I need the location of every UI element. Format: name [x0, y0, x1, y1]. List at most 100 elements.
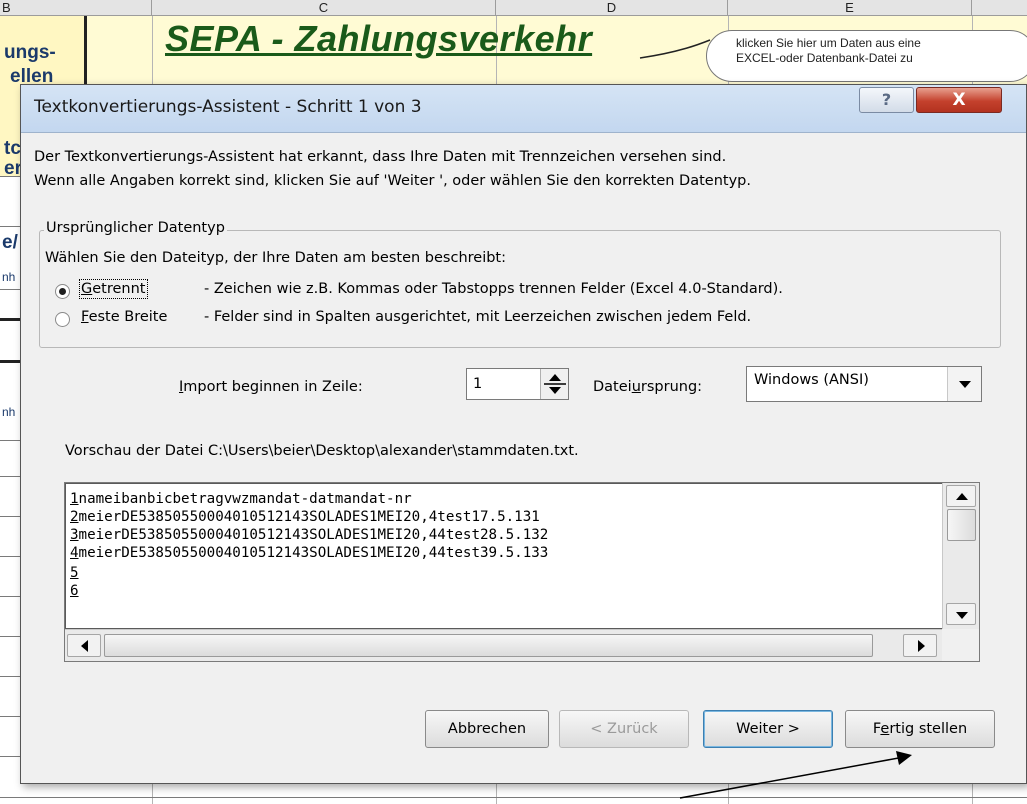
accelerator-letter: F: [81, 309, 89, 325]
line-number: 6: [70, 583, 79, 599]
start-row-label: Import beginnen in Zeile:: [179, 379, 363, 395]
gridline: [0, 516, 20, 517]
group-prompt: Wählen Sie den Dateityp, der Ihre Daten …: [45, 250, 506, 266]
file-origin-label: Dateiursprung:: [593, 379, 702, 395]
callout-text[interactable]: klicken Sie hier um Daten aus eine EXCEL…: [736, 36, 1027, 66]
vertical-scroll-thumb[interactable]: [947, 509, 976, 541]
gridline: [0, 596, 20, 597]
fixed-width-radio[interactable]: [55, 312, 70, 327]
group-title: Ursprünglicher Datentyp: [44, 220, 227, 236]
arrow-down-icon: [956, 612, 968, 619]
sheet-fragment: nh: [2, 270, 16, 284]
next-button[interactable]: Weiter >: [703, 710, 833, 748]
callout-line: EXCEL-oder Datenbank-Datei zu: [736, 51, 913, 65]
gridline: [0, 440, 20, 441]
arrow-left-icon: [81, 640, 88, 652]
gridline: [0, 716, 20, 717]
sheet-fragment: e/: [2, 232, 18, 253]
sheet-fragment: tc: [4, 138, 21, 159]
sheet-fragment: ungs-: [4, 42, 56, 63]
scroll-right-button[interactable]: [903, 634, 937, 657]
line-text: meierDE53850550004010512143SOLADES1MEI20…: [78, 509, 540, 525]
help-icon: ?: [881, 90, 892, 109]
preview-line: 4meierDE53850550004010512143SOLADES1MEI2…: [70, 544, 548, 562]
accelerator-letter: e: [880, 721, 890, 737]
line-number: 3: [70, 527, 79, 543]
file-preview-pane[interactable]: 1nameibanbicbetragvwzmandat-datmandat-nr…: [64, 482, 980, 662]
help-button[interactable]: ?: [859, 87, 914, 113]
preview-horizontal-scrollbar[interactable]: [65, 629, 942, 661]
gridline: [0, 556, 20, 557]
dialog-title: Textkonvertierungs-Assistent - Schritt 1…: [34, 97, 422, 117]
line-number: 5: [70, 565, 79, 581]
delimited-radio[interactable]: [55, 284, 70, 299]
back-button[interactable]: < Zurück: [559, 710, 689, 748]
label-text: rsprung:: [640, 379, 703, 395]
close-icon: X: [952, 90, 966, 110]
gridline: [0, 360, 20, 363]
text-import-wizard-dialog: Textkonvertierungs-Assistent - Schritt 1…: [20, 84, 1027, 784]
banner-divider: [84, 16, 87, 86]
preview-vertical-scrollbar[interactable]: [942, 483, 979, 629]
line-text: meierDE53850550004010512143SOLADES1MEI20…: [78, 545, 549, 561]
preview-line: 2meierDE53850550004010512143SOLADES1MEI2…: [70, 508, 540, 526]
scrollbar-corner: [942, 629, 979, 661]
intro-text-line: Der Textkonvertierungs-Assistent hat erk…: [34, 149, 727, 165]
gridline: [0, 176, 20, 177]
preview-line: 6: [70, 582, 79, 600]
label-text: este Breite: [88, 309, 168, 325]
line-number: 1: [70, 491, 79, 507]
preview-label: Vorschau der Datei C:\Users\beier\Deskto…: [65, 443, 579, 459]
sepa-banner-title: SEPA - Zahlungsverkehr: [165, 18, 593, 59]
chevron-down-icon: [959, 381, 971, 388]
gridline: [0, 476, 20, 477]
label-text: Datei: [593, 379, 632, 395]
arrow-right-icon: [918, 640, 925, 652]
column-header-bar: B C D E: [0, 0, 1027, 16]
delimited-description: - Zeichen wie z.B. Kommas oder Tabstopps…: [204, 281, 783, 297]
preview-line: 5: [70, 564, 79, 582]
label-text: rtig stellen: [889, 721, 968, 737]
label-text: mport beginnen in Zeile:: [183, 379, 363, 395]
label-text: etrennt: [92, 281, 146, 297]
scroll-left-button[interactable]: [67, 634, 101, 657]
gridline: [0, 289, 20, 290]
file-origin-dropdown-button[interactable]: [947, 367, 981, 401]
gridline: [0, 226, 20, 227]
gridline: [0, 318, 20, 321]
finish-button[interactable]: Fertig stellen: [845, 710, 995, 748]
fixed-width-description: - Felder sind in Spalten ausgerichtet, m…: [204, 309, 752, 325]
sheet-fragment: nh: [2, 405, 16, 419]
intro-text-line: Wenn alle Angaben korrekt sind, klicken …: [34, 173, 751, 189]
column-header-d[interactable]: D: [496, 0, 728, 16]
line-text: meierDE53850550004010512143SOLADES1MEI20…: [78, 527, 549, 543]
cancel-button[interactable]: Abbrechen: [425, 710, 549, 748]
horizontal-scroll-thumb[interactable]: [104, 634, 873, 657]
gridline: [0, 676, 20, 677]
preview-content: 1nameibanbicbetragvwzmandat-datmandat-nr…: [65, 483, 942, 629]
radio-selected-dot: [59, 288, 66, 295]
column-header-c[interactable]: C: [152, 0, 496, 16]
spinner-arrows-icon: [544, 374, 566, 394]
preview-line: 3meierDE53850550004010512143SOLADES1MEI2…: [70, 526, 548, 544]
close-button[interactable]: X: [916, 87, 1002, 113]
delimited-label[interactable]: Getrennt: [79, 279, 148, 299]
callout-line: klicken Sie hier um Daten aus eine: [736, 36, 921, 50]
gridline: [0, 756, 20, 757]
line-number: 2: [70, 509, 79, 525]
dialog-titlebar[interactable]: Textkonvertierungs-Assistent - Schritt 1…: [21, 85, 1026, 133]
preview-line: 1nameibanbicbetragvwzmandat-datmandat-nr: [70, 490, 412, 508]
file-origin-value: Windows (ANSI): [754, 372, 869, 388]
gridline: [0, 797, 1027, 798]
column-header-e[interactable]: E: [728, 0, 972, 16]
fixed-width-label[interactable]: Feste Breite: [81, 309, 167, 325]
scroll-down-button[interactable]: [946, 603, 976, 625]
line-text: nameibanbicbetragvwzmandat-datmandat-nr: [78, 491, 412, 507]
scroll-up-button[interactable]: [946, 485, 976, 507]
column-header-b[interactable]: B: [0, 0, 152, 16]
arrow-up-icon: [956, 493, 968, 500]
start-row-spinner[interactable]: [540, 369, 568, 399]
file-origin-select[interactable]: Windows (ANSI): [746, 366, 982, 402]
gridline: [0, 636, 20, 637]
accelerator-letter: u: [631, 379, 641, 395]
